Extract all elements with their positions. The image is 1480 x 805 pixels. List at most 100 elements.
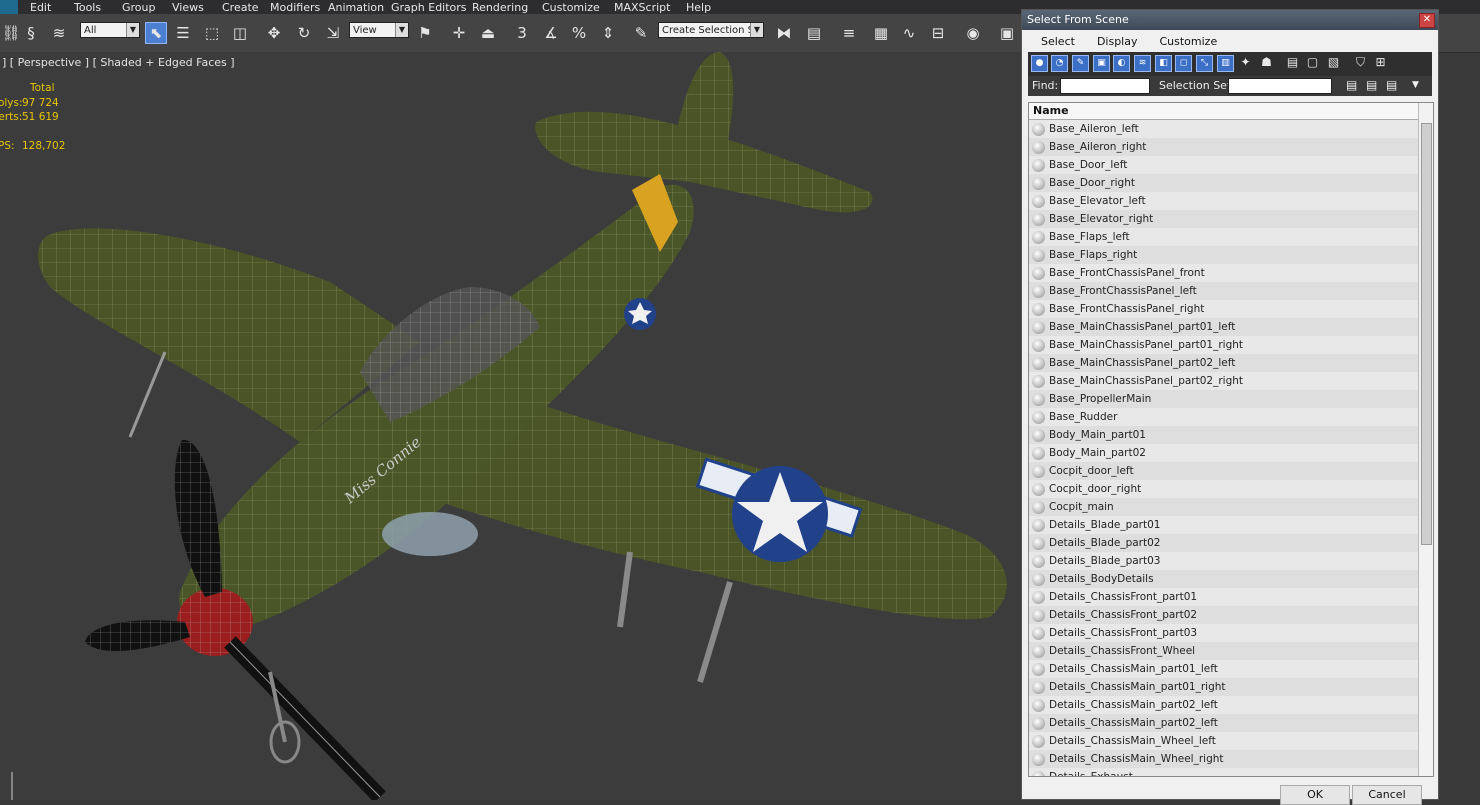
add-to-set-icon[interactable]: ▤ [1366,78,1377,92]
list-item[interactable]: Base_MainChassisPanel_part02_right [1029,372,1433,390]
spinner-snap-icon[interactable]: ⇕ [597,22,619,44]
list-item[interactable]: Details_ChassisMain_part02_left [1029,714,1433,732]
display-all-icon[interactable]: ▤ [1284,55,1301,72]
list-item[interactable]: Cocpit_door_right [1029,480,1433,498]
move-icon[interactable]: ✥ [263,22,285,44]
display-none-icon[interactable]: ▢ [1304,55,1321,72]
list-item[interactable]: Details_Exhaust [1029,768,1433,776]
list-item[interactable]: Details_Blade_part03 [1029,552,1433,570]
display-lights-icon[interactable]: ✎ [1072,55,1089,72]
menu-create[interactable]: Create [222,1,270,14]
list-item[interactable]: Details_ChassisFront_part02 [1029,606,1433,624]
list-scrollbar[interactable] [1418,103,1433,776]
create-set-icon[interactable]: ▤ [1346,78,1357,92]
list-item[interactable]: Details_ChassisMain_part01_left [1029,660,1433,678]
named-selection-dropdown[interactable]: Create Selection Se ▼ [658,22,764,38]
display-groups-icon[interactable]: ◧ [1155,55,1172,72]
ok-button[interactable]: OK [1280,785,1350,805]
rect-selection-icon[interactable]: ⬚ [201,22,223,44]
select-object-icon[interactable]: ⬉ [145,22,167,44]
window-crossing-icon[interactable]: ◫ [229,22,251,44]
list-item[interactable]: Base_PropellerMain [1029,390,1433,408]
list-item[interactable]: Base_Flaps_left [1029,228,1433,246]
curve-editor-icon[interactable]: ∿ [898,22,920,44]
dialog-menu-select[interactable]: Select [1041,35,1075,48]
layer-manager-icon[interactable]: ≡ [838,22,860,44]
perspective-viewport[interactable]: Miss Connie ] [ Perspective ] [ Shaded +… [0,52,1022,800]
menu-group[interactable]: Group [122,1,172,14]
viewport-label[interactable]: ] [ Perspective ] [ Shaded + Edged Faces… [2,56,235,69]
percent-snap-icon[interactable]: % [568,22,590,44]
angle-snap-icon[interactable]: ∡ [540,22,562,44]
menu-help[interactable]: Help [686,1,726,14]
display-spacewarps-icon[interactable]: ≋ [1134,55,1151,72]
list-item[interactable]: Base_FrontChassisPanel_front [1029,264,1433,282]
list-item[interactable]: Base_Flaps_right [1029,246,1433,264]
app-icon[interactable] [0,0,18,14]
menu-customize[interactable]: Customize [542,1,614,14]
display-hidden-icon[interactable]: ☗ [1258,55,1275,72]
filter-icon[interactable]: ⛉ [1352,55,1369,72]
close-icon[interactable]: ✕ [1419,13,1435,28]
display-geometry-icon[interactable]: ● [1031,55,1048,72]
unlink-icon[interactable]: § [20,22,42,44]
list-item[interactable]: Cocpit_door_left [1029,462,1433,480]
menu-graph-editors[interactable]: Graph Editors [391,1,472,14]
menu-views[interactable]: Views [172,1,222,14]
keyboard-shortcut-icon[interactable]: ⏏ [477,22,499,44]
link-icon[interactable]: ⛓ [0,22,22,44]
display-invert-icon[interactable]: ▧ [1325,55,1342,72]
cancel-button[interactable]: Cancel [1352,785,1422,805]
list-item[interactable]: Body_Main_part02 [1029,444,1433,462]
menu-animation[interactable]: Animation [328,1,391,14]
chevron-down-icon[interactable]: ▼ [1412,80,1419,90]
rotate-icon[interactable]: ↻ [293,22,315,44]
scrollbar-thumb[interactable] [1421,123,1432,545]
list-item[interactable]: Details_BodyDetails [1029,570,1433,588]
menu-tools[interactable]: Tools [74,1,122,14]
list-item[interactable]: Details_ChassisMain_Wheel_left [1029,732,1433,750]
dialog-titlebar[interactable]: Select From Scene ✕ [1022,10,1438,30]
list-item[interactable]: Details_ChassisMain_part01_right [1029,678,1433,696]
display-helpers-icon[interactable]: ◐ [1113,55,1130,72]
list-item[interactable]: Details_Blade_part01 [1029,516,1433,534]
column-header-name[interactable]: Name [1029,103,1433,120]
remove-from-set-icon[interactable]: ▤ [1386,78,1397,92]
menu-rendering[interactable]: Rendering [472,1,542,14]
graphite-tools-icon[interactable]: ▦ [870,22,892,44]
list-item[interactable]: Base_FrontChassisPanel_right [1029,300,1433,318]
menu-maxscript[interactable]: MAXScript [614,1,686,14]
list-item[interactable]: Details_Blade_part02 [1029,534,1433,552]
select-by-name-icon[interactable]: ☰ [172,22,194,44]
object-list[interactable]: Name Base_Aileron_left Base_Aileron_right… [1028,102,1434,777]
list-item[interactable]: Base_MainChassisPanel_part01_right [1029,336,1433,354]
menu-modifiers[interactable]: Modifiers [270,1,328,14]
list-item[interactable]: Base_Elevator_left [1029,192,1433,210]
ref-coord-dropdown[interactable]: View ▼ [349,22,409,38]
list-item[interactable]: Base_Door_right [1029,174,1433,192]
display-xrefs-icon[interactable]: ◻ [1175,55,1192,72]
list-item[interactable]: Base_Aileron_left [1029,120,1433,138]
list-item[interactable]: Base_MainChassisPanel_part01_left [1029,318,1433,336]
list-item[interactable]: Details_ChassisFront_part03 [1029,624,1433,642]
display-containers-icon[interactable]: ▥ [1217,55,1234,72]
list-item[interactable]: Body_Main_part01 [1029,426,1433,444]
scale-icon[interactable]: ⇲ [322,22,344,44]
list-item[interactable]: Details_ChassisFront_part01 [1029,588,1433,606]
list-item[interactable]: Details_ChassisMain_Wheel_right [1029,750,1433,768]
render-setup-icon[interactable]: ▣ [996,22,1018,44]
list-item[interactable]: Details_ChassisFront_Wheel [1029,642,1433,660]
display-cameras-icon[interactable]: ▣ [1093,55,1110,72]
menu-edit[interactable]: Edit [30,1,74,14]
list-item[interactable]: Base_FrontChassisPanel_left [1029,282,1433,300]
schematic-view-icon[interactable]: ⊟ [927,22,949,44]
snaps-toggle-icon[interactable]: 3 [511,22,533,44]
list-item[interactable]: Details_ChassisMain_part02_left [1029,696,1433,714]
dialog-menu-customize[interactable]: Customize [1159,35,1217,48]
display-bones-icon[interactable]: ⤡ [1196,55,1213,72]
list-item[interactable]: Base_Rudder [1029,408,1433,426]
display-frozen-icon[interactable]: ✦ [1237,55,1254,72]
edit-named-selection-icon[interactable]: ✎ [630,22,652,44]
list-item[interactable]: Base_Aileron_right [1029,138,1433,156]
selection-set-dropdown[interactable] [1228,78,1332,94]
